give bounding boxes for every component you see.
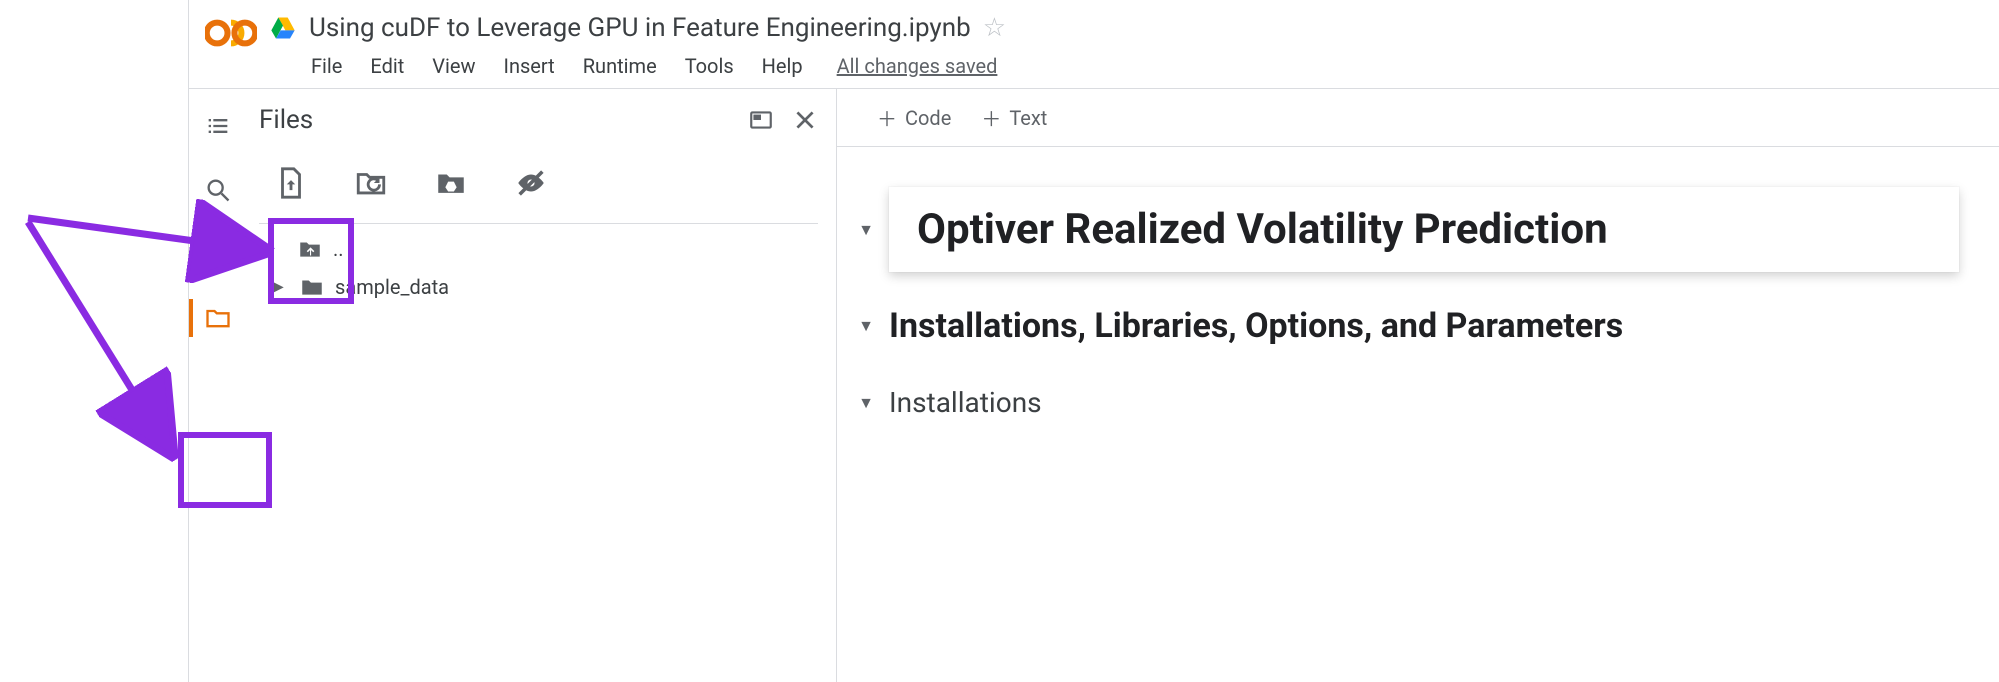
upload-file-icon bbox=[274, 166, 308, 200]
colab-logo-icon bbox=[205, 12, 257, 54]
popout-icon[interactable] bbox=[748, 107, 774, 133]
body: {x} Files bbox=[189, 89, 1999, 682]
files-panel: Files bbox=[247, 89, 837, 682]
folder-icon bbox=[204, 304, 232, 332]
notebook-toolbar: ＋ Code ＋ Text bbox=[837, 89, 1999, 147]
toggle-hidden-button[interactable] bbox=[509, 161, 553, 205]
refresh-folder-icon bbox=[354, 166, 388, 200]
mount-drive-icon bbox=[434, 166, 468, 200]
plus-icon: ＋ bbox=[877, 103, 897, 132]
tree-item-sample-data[interactable]: ▶ sample_data bbox=[265, 268, 836, 306]
tree-item-label: sample_data bbox=[335, 275, 449, 299]
menu-help[interactable]: Help bbox=[762, 54, 803, 78]
search-button[interactable] bbox=[203, 175, 233, 205]
star-icon[interactable]: ☆ bbox=[983, 13, 1006, 43]
add-text-button[interactable]: ＋ Text bbox=[981, 103, 1047, 132]
eye-off-icon bbox=[514, 166, 548, 200]
files-title: Files bbox=[259, 105, 313, 135]
menu-view[interactable]: View bbox=[432, 54, 475, 78]
variables-icon: {x} bbox=[204, 240, 231, 268]
folder-icon bbox=[299, 274, 325, 300]
add-text-label: Text bbox=[1009, 106, 1047, 130]
close-icon[interactable] bbox=[792, 107, 818, 133]
menu-bar: File Edit View Insert Runtime Tools Help… bbox=[269, 48, 1983, 88]
menu-file[interactable]: File bbox=[311, 54, 342, 78]
chevron-down-icon[interactable]: ▼ bbox=[857, 220, 875, 240]
chevron-right-icon: ▶ bbox=[273, 279, 289, 295]
tree-up[interactable]: .. bbox=[289, 230, 836, 268]
files-toolbar bbox=[247, 135, 836, 223]
menu-runtime[interactable]: Runtime bbox=[583, 54, 657, 78]
cell-heading-3[interactable]: Installations bbox=[889, 386, 1042, 419]
drive-icon bbox=[269, 14, 297, 42]
add-code-button[interactable]: ＋ Code bbox=[877, 103, 951, 132]
colab-window: Using cuDF to Leverage GPU in Feature En… bbox=[188, 0, 1999, 682]
tree-up-label: .. bbox=[333, 237, 344, 261]
notebook-content[interactable]: ▼ Optiver Realized Volatility Prediction… bbox=[837, 147, 1999, 682]
upload-file-button[interactable] bbox=[269, 161, 313, 205]
add-code-label: Code bbox=[905, 106, 951, 130]
notebook-title[interactable]: Using cuDF to Leverage GPU in Feature En… bbox=[309, 13, 971, 43]
mount-drive-button[interactable] bbox=[429, 161, 473, 205]
list-icon bbox=[204, 112, 232, 140]
search-icon bbox=[204, 176, 232, 204]
cell-heading-2[interactable]: Installations, Libraries, Options, and P… bbox=[889, 306, 1623, 346]
menu-edit[interactable]: Edit bbox=[370, 54, 404, 78]
save-status[interactable]: All changes saved bbox=[837, 54, 998, 78]
refresh-folder-button[interactable] bbox=[349, 161, 393, 205]
menu-tools[interactable]: Tools bbox=[685, 54, 734, 78]
header: Using cuDF to Leverage GPU in Feature En… bbox=[189, 0, 1999, 88]
cell-heading-1[interactable]: Optiver Realized Volatility Prediction bbox=[889, 187, 1959, 272]
variables-button[interactable]: {x} bbox=[203, 239, 233, 269]
files-tree: .. ▶ sample_data bbox=[247, 224, 836, 306]
notebook-area: ＋ Code ＋ Text ▼ Optiver Realized Volatil… bbox=[837, 89, 1999, 682]
cell-h2[interactable]: ▼ Installations, Libraries, Options, and… bbox=[857, 306, 1999, 346]
folder-up-icon bbox=[297, 236, 323, 262]
cell-h1[interactable]: ▼ Optiver Realized Volatility Prediction bbox=[857, 187, 1999, 272]
plus-icon: ＋ bbox=[981, 103, 1001, 132]
menu-insert[interactable]: Insert bbox=[504, 54, 555, 78]
chevron-down-icon[interactable]: ▼ bbox=[857, 393, 875, 413]
chevron-down-icon[interactable]: ▼ bbox=[857, 316, 875, 336]
toc-button[interactable] bbox=[203, 111, 233, 141]
left-rail: {x} bbox=[189, 89, 247, 682]
files-button[interactable] bbox=[203, 303, 233, 333]
cell-h3[interactable]: ▼ Installations bbox=[857, 386, 1999, 419]
